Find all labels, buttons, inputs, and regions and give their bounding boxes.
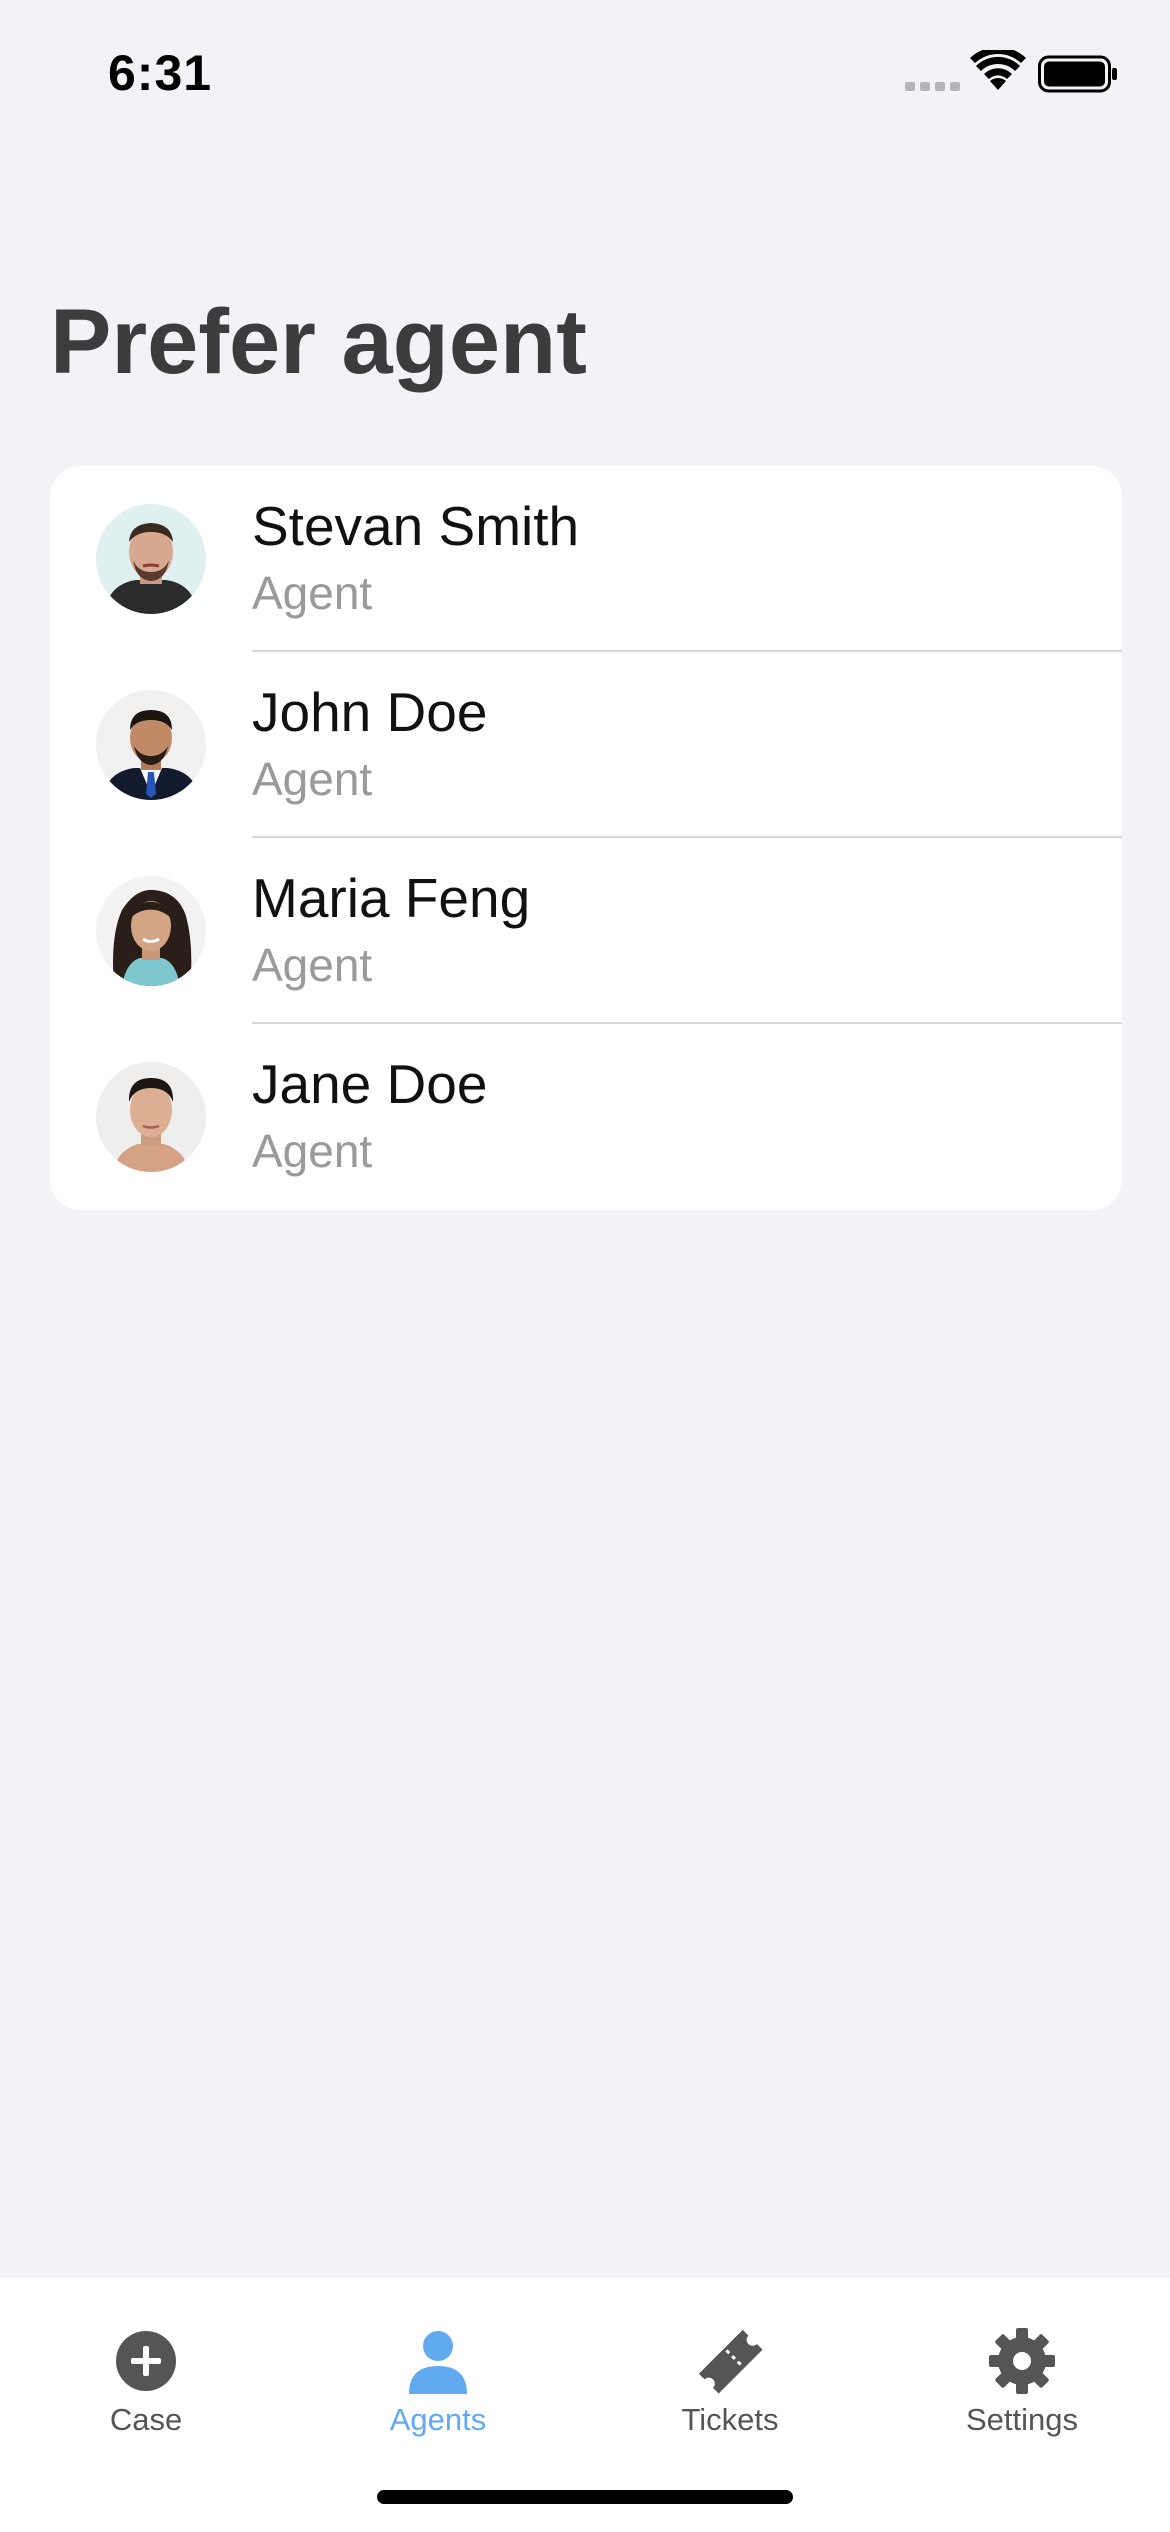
- tab-agents[interactable]: Agents: [292, 2278, 584, 2468]
- ticket-icon: [698, 2329, 763, 2394]
- status-time: 6:31: [108, 45, 213, 101]
- agent-row[interactable]: Jane Doe Agent: [50, 1024, 1122, 1210]
- status-bar: 6:31: [0, 0, 1170, 150]
- screen: 6:31 Prefer agent Stevan Smith Agent Joh…: [0, 0, 1170, 2532]
- battery-icon: [1038, 55, 1117, 93]
- avatar-icon: [96, 504, 206, 614]
- home-indicator: [377, 2490, 793, 2504]
- tab-label: Tickets: [681, 2402, 779, 2437]
- tab-label: Settings: [965, 2402, 1078, 2437]
- signal-icon: [905, 82, 960, 91]
- agent-row[interactable]: Stevan Smith Agent: [50, 466, 1122, 652]
- agent-role: Agent: [252, 1125, 373, 1177]
- agent-row[interactable]: Maria Feng Agent: [50, 838, 1122, 1024]
- person-icon: [409, 2331, 467, 2394]
- page-title: Prefer agent: [50, 291, 587, 393]
- agent-name: Stevan Smith: [252, 495, 580, 557]
- avatar-icon: [96, 1062, 206, 1172]
- agent-list: Stevan Smith Agent John Doe Agent Maria …: [50, 466, 1122, 1210]
- plus-circle-icon: [116, 2331, 176, 2391]
- agent-name: Maria Feng: [252, 867, 531, 929]
- tab-label: Case: [109, 2402, 183, 2437]
- agent-row[interactable]: John Doe Agent: [50, 652, 1122, 838]
- agent-role: Agent: [252, 939, 373, 991]
- tab-label: Agents: [389, 2402, 487, 2437]
- agent-name: Jane Doe: [252, 1053, 488, 1115]
- avatar-icon: [96, 876, 206, 986]
- tab-tickets[interactable]: Tickets: [584, 2278, 876, 2468]
- wifi-icon: [970, 50, 1026, 90]
- agent-name: John Doe: [252, 681, 488, 743]
- gear-icon: [989, 2328, 1055, 2394]
- agent-role: Agent: [252, 753, 373, 805]
- tab-case[interactable]: Case: [0, 2278, 292, 2468]
- avatar-icon: [96, 690, 206, 800]
- tab-settings[interactable]: Settings: [876, 2278, 1168, 2468]
- agent-role: Agent: [252, 567, 373, 619]
